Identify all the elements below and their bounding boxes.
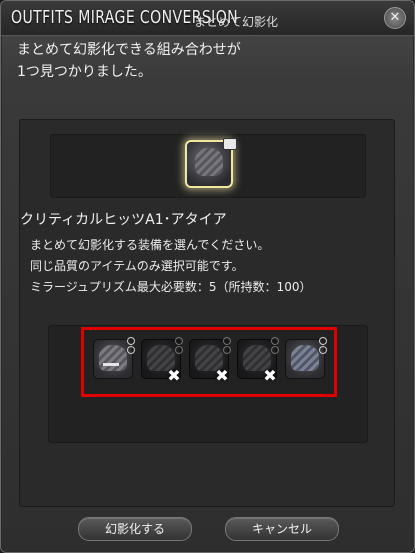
window-subtitle: まとめて幻影化: [194, 15, 279, 29]
result-message-line: 1つ見つかりました。: [17, 64, 152, 80]
title-bar: OUTFITS MIRAGE CONVERSION まとめて幻影化 ✕: [1, 1, 414, 36]
instruction-line: まとめて幻影化する装備を選んでください。: [30, 238, 270, 252]
highlight-frame: [81, 327, 337, 397]
instructions: まとめて幻影化する装備を選んでください。 同じ品質のアイテムのみ選択可能です。 …: [30, 235, 311, 298]
convert-button[interactable]: 幻影化する: [78, 517, 192, 541]
result-message-line: まとめて幻影化できる組み合わせが: [17, 42, 241, 58]
instruction-line: ミラージュプリズム最大必要数：5（所持数：100）: [30, 280, 312, 294]
result-message: まとめて幻影化できる組み合わせが 1つ見つかりました。: [17, 39, 397, 83]
hat-icon: [195, 148, 223, 176]
tag-icon: [223, 138, 237, 150]
item-name: クリティカルヒッツA1･アタイア: [20, 212, 227, 228]
close-button[interactable]: ✕: [384, 7, 406, 29]
close-icon: ✕: [389, 10, 401, 25]
instruction-line: 同じ品質のアイテムのみ選択可能です。: [30, 259, 244, 273]
cancel-button[interactable]: キャンセル: [225, 517, 339, 541]
selected-item-slot[interactable]: [185, 138, 237, 188]
